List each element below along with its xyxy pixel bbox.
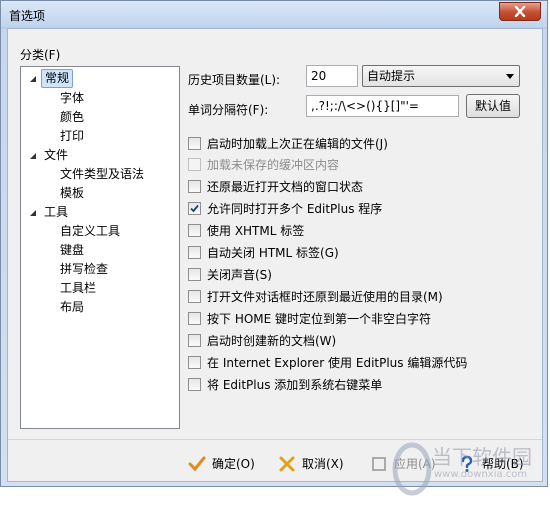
expanded-arrow-icon[interactable] bbox=[28, 74, 38, 84]
watermark-logo-icon bbox=[392, 442, 432, 496]
window-title: 首选项 bbox=[9, 9, 46, 23]
tree-item-toolbar[interactable]: 工具栏 bbox=[57, 279, 99, 298]
tree-item-color[interactable]: 颜色 bbox=[57, 108, 87, 127]
history-count-input[interactable]: 20 bbox=[306, 65, 358, 87]
checkmark-icon bbox=[190, 204, 199, 213]
watermark: 当下软件园 www.downxia.com bbox=[388, 439, 548, 509]
category-label: 分类(F) bbox=[20, 48, 61, 62]
checkbox[interactable] bbox=[188, 224, 201, 237]
tree-item-tools[interactable]: 工具 bbox=[41, 203, 71, 222]
checkbox[interactable] bbox=[188, 137, 201, 150]
history-mode-select[interactable]: 自动提示 bbox=[362, 65, 520, 87]
cross-icon bbox=[279, 456, 295, 472]
checkbox[interactable] bbox=[188, 202, 201, 215]
chevron-down-icon bbox=[506, 74, 514, 79]
watermark-title: 当下软件园 bbox=[432, 445, 532, 469]
tree-item-layout[interactable]: 布局 bbox=[57, 298, 87, 317]
expanded-arrow-icon[interactable] bbox=[28, 151, 38, 161]
preferences-dialog: 首选项 分类(F) 常规 字体 颜色 打印 文件 文件类型及语法 模板 工具 自… bbox=[0, 0, 548, 496]
word-delimiters-input[interactable]: ,.?!;:/\<>(){}[]"'= bbox=[306, 95, 459, 117]
tree-item-file[interactable]: 文件 bbox=[41, 146, 71, 165]
checkbox[interactable] bbox=[188, 180, 201, 193]
word-delimiters-label: 单词分隔符(F): bbox=[188, 103, 269, 117]
tree-item-print[interactable]: 打印 bbox=[57, 127, 87, 146]
checkbox[interactable] bbox=[188, 312, 201, 325]
tree-item-font[interactable]: 字体 bbox=[57, 89, 87, 108]
checkbox[interactable] bbox=[188, 290, 201, 303]
checkbox[interactable] bbox=[188, 378, 201, 391]
checkbox[interactable] bbox=[188, 158, 201, 171]
apply-icon bbox=[372, 457, 386, 471]
checkbox[interactable] bbox=[188, 246, 201, 259]
category-tree[interactable]: 常规 字体 颜色 打印 文件 文件类型及语法 模板 工具 自定义工具 键盘 拼写… bbox=[20, 66, 180, 429]
history-count-label: 历史项目数量(L): bbox=[188, 73, 281, 87]
expanded-arrow-icon[interactable] bbox=[28, 208, 38, 218]
checkbox[interactable] bbox=[188, 356, 201, 369]
tree-item-templates[interactable]: 模板 bbox=[57, 184, 87, 203]
default-value-button[interactable]: 默认值 bbox=[466, 94, 520, 118]
checkbox[interactable] bbox=[188, 268, 201, 281]
close-icon bbox=[514, 6, 526, 17]
tree-item-user-tools[interactable]: 自定义工具 bbox=[57, 222, 123, 241]
tree-item-general[interactable]: 常规 bbox=[41, 69, 74, 88]
title-bar[interactable]: 首选项 bbox=[1, 1, 547, 27]
tree-item-spell-check[interactable]: 拼写检查 bbox=[57, 260, 111, 279]
dialog-body: 分类(F) 常规 字体 颜色 打印 文件 文件类型及语法 模板 工具 自定义工具… bbox=[7, 28, 543, 496]
ok-button[interactable]: 确定(O) bbox=[188, 453, 260, 475]
checkmark-icon bbox=[188, 456, 206, 472]
checkbox[interactable] bbox=[188, 334, 201, 347]
watermark-url: www.downxia.com bbox=[434, 469, 528, 480]
tree-item-file-types[interactable]: 文件类型及语法 bbox=[57, 165, 147, 184]
cancel-button[interactable]: 取消(X) bbox=[278, 453, 350, 475]
tree-item-keyboard[interactable]: 键盘 bbox=[57, 241, 87, 260]
close-button[interactable] bbox=[499, 2, 541, 21]
